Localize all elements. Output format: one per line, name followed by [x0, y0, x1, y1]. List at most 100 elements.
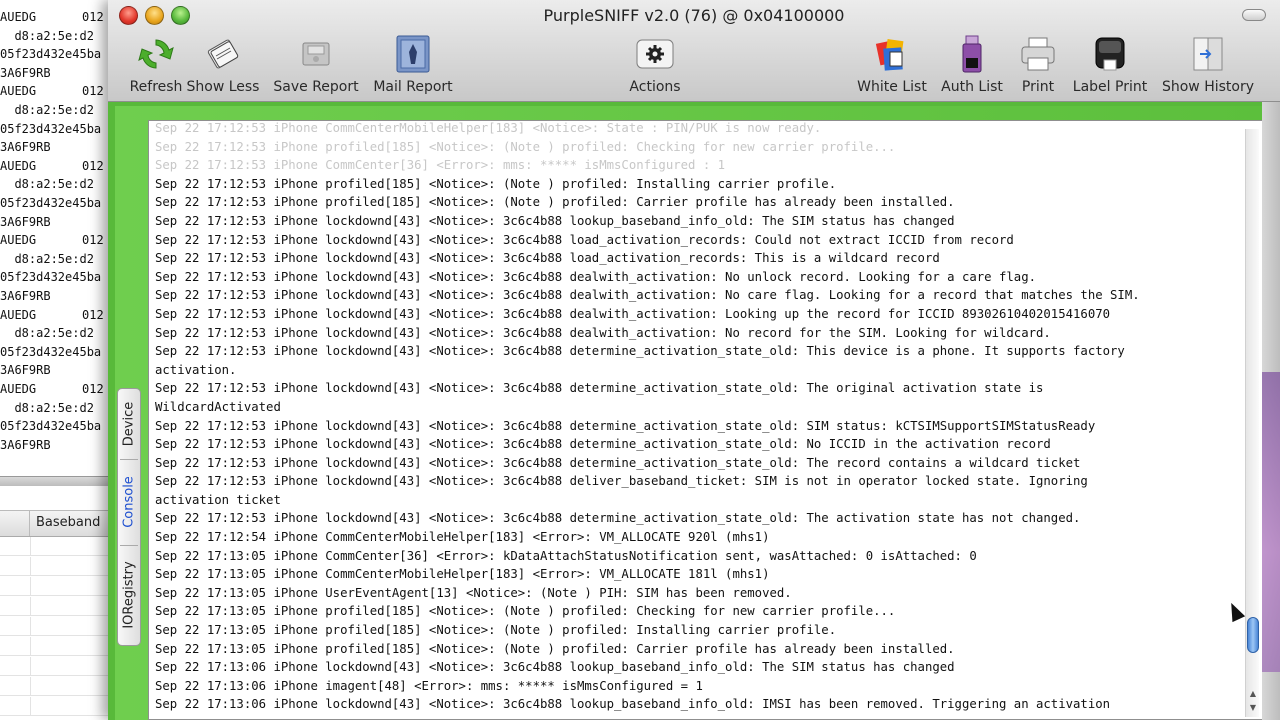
scroll-down-arrow-icon[interactable]: ▼	[1248, 703, 1258, 713]
console-line: Sep 22 17:13:06 iPhone lockdownd[43] <No…	[155, 660, 955, 675]
background-text-left: d8:a2:5e:d2	[0, 28, 94, 43]
console-line: Sep 22 17:12:53 iPhone lockdownd[43] <No…	[155, 306, 1111, 321]
background-table-cell-divider	[30, 697, 31, 716]
background-text-left: 3A6F9RB	[0, 363, 51, 378]
background-text-left: AUEDG	[0, 233, 37, 248]
background-text-left: d8:a2:5e:d2	[0, 177, 94, 192]
background-text-line: AUEDG 012	[0, 380, 118, 398]
console-line: Sep 22 17:12:53 iPhone lockdownd[43] <No…	[155, 455, 1081, 470]
background-text-line: AUEDG 012	[0, 157, 118, 175]
console-line: Sep 22 17:13:05 iPhone profiled[185] <No…	[155, 623, 837, 638]
background-table-row[interactable]	[0, 537, 118, 556]
console-line: Sep 22 17:13:05 iPhone UserEventAgent[13…	[155, 585, 792, 600]
label-print-button[interactable]: Label Print	[1070, 34, 1150, 98]
background-text-line: d8:a2:5e:d2	[0, 324, 118, 342]
scrollbar-thumb[interactable]	[1247, 617, 1259, 653]
console-line: Sep 22 17:12:53 iPhone lockdownd[43] <No…	[155, 325, 1051, 340]
background-table-cell-divider	[30, 617, 31, 636]
background-text-right: 012	[82, 233, 104, 248]
background-text-line: d8:a2:5e:d2	[0, 250, 118, 268]
mail-report-label: Mail Report	[373, 79, 453, 95]
mail-stamp-icon	[396, 35, 430, 73]
purplesniff-window: PurpleSNIFF v2.0 (76) @ 0x04100000 Refre…	[108, 0, 1280, 720]
show-less-button[interactable]: Show Less	[184, 34, 262, 98]
console-line: Sep 22 17:12:53 iPhone lockdownd[43] <No…	[155, 269, 1036, 284]
console-log-view[interactable]: Sep 22 17:12:53 iPhone CommCenterMobileH…	[148, 120, 1264, 720]
background-table-row[interactable]	[0, 557, 118, 576]
background-text-left: d8:a2:5e:d2	[0, 326, 94, 341]
side-tab-bar: Device Console IORegistry	[117, 388, 141, 646]
show-history-button[interactable]: Show History	[1160, 34, 1256, 98]
disk-icon	[302, 42, 330, 66]
console-line: Sep 22 17:12:53 iPhone lockdownd[43] <No…	[155, 418, 1096, 433]
show-history-label: Show History	[1161, 79, 1255, 95]
console-line: Sep 22 17:12:53 iPhone lockdownd[43] <No…	[155, 381, 1044, 396]
background-text-right: 012	[82, 382, 104, 396]
window-title: PurpleSNIFF v2.0 (76) @ 0x04100000	[543, 6, 845, 25]
tab-device[interactable]: Device	[118, 389, 140, 459]
background-text-left: 3A6F9RB	[0, 437, 51, 452]
background-text-left: 05f23d432e45ba	[0, 270, 102, 285]
background-text-left: 05f23d432e45ba	[0, 121, 102, 136]
background-text-line: d8:a2:5e:d2	[0, 175, 118, 193]
background-text-left: 3A6F9RB	[0, 65, 51, 80]
background-table-row[interactable]	[0, 697, 118, 716]
actions-button[interactable]: Actions	[616, 34, 694, 98]
background-table-cell-divider	[30, 637, 31, 656]
label-printer-icon	[1095, 37, 1125, 71]
background-window-divider[interactable]	[0, 476, 118, 486]
background-text-line: d8:a2:5e:d2	[0, 399, 118, 417]
console-line: Sep 22 17:12:53 iPhone lockdownd[43] <No…	[155, 213, 955, 228]
console-line: Sep 22 17:13:05 iPhone profiled[185] <No…	[155, 641, 955, 656]
console-line: Sep 22 17:12:53 iPhone lockdownd[43] <No…	[155, 511, 1081, 526]
background-text-line: AUEDG 012	[0, 231, 118, 249]
background-text-line: 3A6F9RB	[0, 287, 118, 305]
console-text[interactable]: Sep 22 17:12:53 iPhone CommCenterMobileH…	[155, 121, 1233, 714]
background-text-left: d8:a2:5e:d2	[0, 400, 94, 415]
background-text-left: 3A6F9RB	[0, 214, 51, 229]
gear-icon	[636, 39, 674, 69]
background-table-header: Baseband	[0, 510, 118, 537]
baseband-column-header[interactable]: Baseband	[36, 515, 100, 530]
console-line: Sep 22 17:12:53 iPhone profiled[185] <No…	[155, 195, 955, 210]
background-text-right: 012	[82, 10, 104, 24]
background-text-left: d8:a2:5e:d2	[0, 103, 94, 117]
white-list-button[interactable]: White List	[852, 34, 932, 98]
background-text-line: 05f23d432e45ba	[0, 120, 118, 138]
scroll-up-arrow-icon[interactable]: ▲	[1248, 689, 1258, 699]
history-window-icon	[1193, 37, 1223, 71]
background-text-line: 3A6F9RB	[0, 138, 118, 156]
tab-console[interactable]: Console	[118, 459, 140, 545]
background-text-line: 3A6F9RB	[0, 361, 118, 379]
background-table-row[interactable]	[0, 637, 118, 656]
auth-list-label: Auth List	[941, 79, 1003, 95]
background-table-row[interactable]	[0, 577, 118, 596]
console-line: Sep 22 17:12:53 iPhone lockdownd[43] <No…	[155, 344, 1125, 359]
background-text-right: 012	[82, 158, 104, 173]
console-line: WildcardActivated	[155, 399, 281, 414]
white-list-label: White List	[857, 79, 927, 95]
console-line-faded: Sep 22 17:12:53 iPhone profiled[185] <No…	[155, 139, 896, 154]
tab-ioregistry[interactable]: IORegistry	[118, 545, 140, 645]
background-table-row[interactable]	[0, 617, 118, 636]
background-table-row[interactable]	[0, 677, 118, 696]
background-text-line: 05f23d432e45ba	[0, 417, 118, 435]
background-table-row[interactable]	[0, 657, 118, 676]
print-button[interactable]: Print	[1014, 34, 1062, 98]
tab-ioregistry-label: IORegistry	[121, 561, 137, 629]
refresh-icon	[138, 39, 174, 69]
auth-list-button[interactable]: Auth List	[936, 34, 1008, 98]
save-report-button[interactable]: Save Report	[271, 34, 361, 98]
background-table-cell-divider	[30, 657, 31, 676]
mail-report-button[interactable]: Mail Report	[370, 34, 456, 98]
document-stack-icon	[207, 39, 239, 69]
toolbar-toggle-button[interactable]	[1242, 9, 1266, 21]
background-table-cell-divider	[30, 557, 31, 576]
console-line: Sep 22 17:13:06 iPhone imagent[48] <Erro…	[155, 678, 703, 693]
table-header-cell[interactable]	[0, 511, 30, 536]
vertical-scrollbar[interactable]: ▲ ▼	[1245, 129, 1259, 717]
background-table-row[interactable]	[0, 597, 118, 616]
background-text-left: d8:a2:5e:d2	[0, 251, 94, 266]
console-line: activation ticket	[155, 492, 281, 507]
background-text-left: 3A6F9RB	[0, 140, 51, 155]
